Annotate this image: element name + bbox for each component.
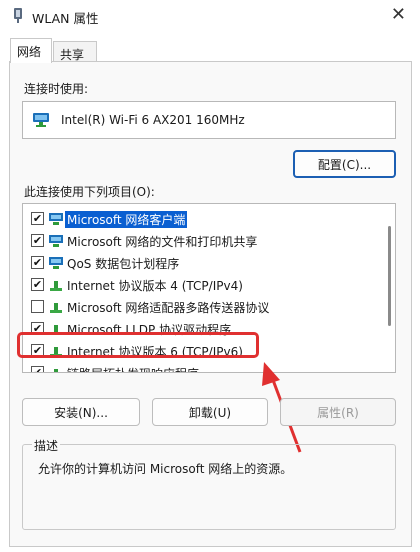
- items-label: 此连接使用下列项目(O):: [24, 185, 155, 199]
- protocol-icon: [50, 303, 62, 313]
- components-list[interactable]: ✔ Microsoft 网络客户端 ✔ Microsoft 网络的文件和打印机共…: [22, 203, 396, 373]
- protocol-icon: [54, 369, 58, 372]
- list-item[interactable]: ✔ 链路层拓扑发现响应程序: [23, 362, 378, 372]
- description-group: [22, 444, 396, 530]
- item-label: Microsoft 网络客户端: [65, 211, 188, 228]
- tab-sharing[interactable]: 共享: [53, 41, 97, 62]
- checkbox[interactable]: ✔: [31, 344, 44, 357]
- item-label: Internet 协议版本 6 (TCP/IPv6): [67, 345, 243, 359]
- checkbox[interactable]: ✔: [31, 234, 44, 247]
- properties-button[interactable]: 属性(R): [280, 398, 396, 426]
- title-bar: WLAN 属性 ✕: [0, 0, 420, 32]
- configure-button[interactable]: 配置(C)...: [293, 150, 396, 178]
- install-button[interactable]: 安装(N)...: [22, 398, 140, 426]
- network-adapter-icon: [33, 113, 49, 127]
- list-item[interactable]: ✔ Microsoft 网络客户端: [23, 208, 378, 230]
- list-item[interactable]: ✔ Microsoft LLDP 协议驱动程序: [23, 318, 378, 340]
- adapter-field: Intel(R) Wi-Fi 6 AX201 160MHz: [22, 101, 396, 139]
- description-text: 允许你的计算机访问 Microsoft 网络上的资源。: [38, 462, 293, 476]
- list-item[interactable]: ✔ Internet 协议版本 6 (TCP/IPv6): [23, 340, 378, 362]
- checkbox[interactable]: ✔: [31, 322, 44, 335]
- item-label: Microsoft 网络的文件和打印机共享: [67, 235, 258, 249]
- protocol-icon: [50, 281, 62, 291]
- network-client-icon: [49, 213, 63, 225]
- protocol-icon: [50, 325, 62, 335]
- close-icon[interactable]: ✕: [391, 4, 406, 25]
- network-service-icon: [49, 257, 63, 269]
- window-title: WLAN 属性: [32, 11, 99, 26]
- list-item[interactable]: ✔ Internet 协议版本 4 (TCP/IPv4): [23, 274, 378, 296]
- network-share-icon: [49, 235, 63, 247]
- uninstall-button[interactable]: 卸载(U): [152, 398, 268, 426]
- item-label: Microsoft 网络适配器多路传送器协议: [67, 301, 270, 315]
- item-label: Internet 协议版本 4 (TCP/IPv4): [67, 279, 243, 293]
- list-item[interactable]: Microsoft 网络适配器多路传送器协议: [23, 296, 378, 318]
- item-label: 链路层拓扑发现响应程序: [67, 365, 199, 372]
- checkbox[interactable]: [31, 300, 44, 313]
- item-label: Microsoft LLDP 协议驱动程序: [67, 323, 232, 337]
- connect-using-label: 连接时使用:: [24, 82, 89, 96]
- checkbox[interactable]: ✔: [31, 366, 44, 372]
- description-legend: 描述: [32, 437, 61, 454]
- protocol-icon: [50, 347, 62, 357]
- list-item[interactable]: ✔ Microsoft 网络的文件和打印机共享: [23, 230, 378, 252]
- checkbox[interactable]: ✔: [31, 256, 44, 269]
- checkbox[interactable]: ✔: [31, 278, 44, 291]
- list-scrollbar[interactable]: [388, 226, 391, 326]
- checkbox[interactable]: ✔: [31, 212, 44, 225]
- wlan-icon: [14, 8, 22, 23]
- adapter-name: Intel(R) Wi-Fi 6 AX201 160MHz: [61, 113, 245, 127]
- list-item[interactable]: ✔ QoS 数据包计划程序: [23, 252, 378, 274]
- tab-network[interactable]: 网络: [10, 38, 52, 63]
- tab-strip: 网络 共享: [0, 38, 420, 63]
- item-label: QoS 数据包计划程序: [67, 257, 180, 271]
